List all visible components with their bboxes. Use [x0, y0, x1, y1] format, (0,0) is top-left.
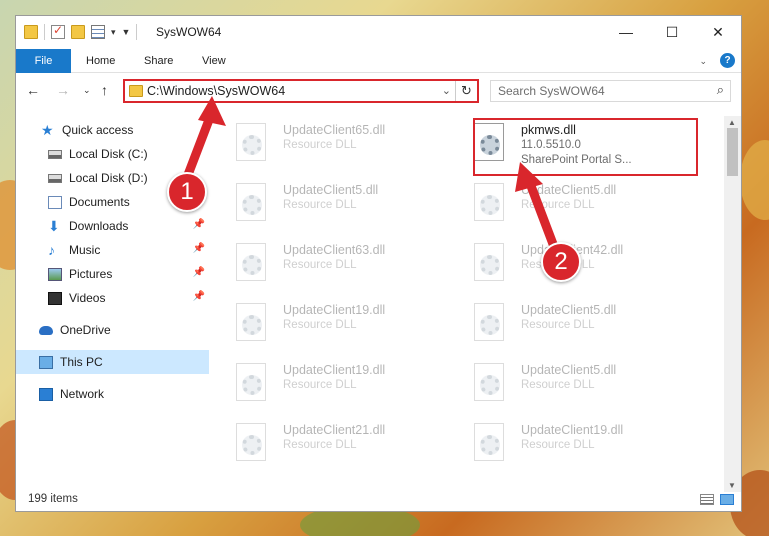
arrow-2-shaft	[523, 173, 561, 257]
arrow-1-shaft	[181, 107, 217, 185]
arrow-2-head	[515, 162, 543, 192]
annotation-arrows	[181, 96, 561, 257]
step-2-badge: 2	[541, 242, 581, 282]
arrow-1-head	[198, 96, 226, 126]
step-1-badge: 1	[167, 172, 207, 212]
